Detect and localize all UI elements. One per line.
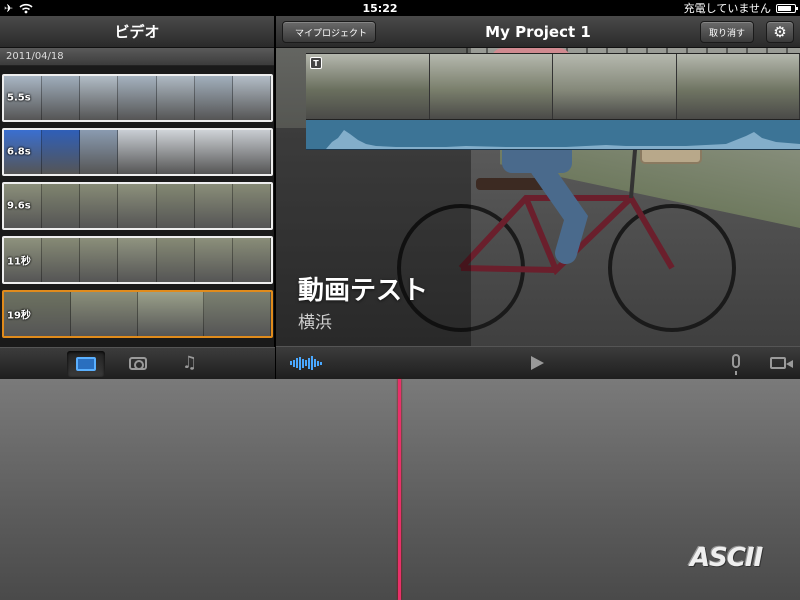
audio-waveform-icon[interactable]: [290, 356, 322, 370]
waveform-bar: [299, 356, 301, 370]
clip-frame: [194, 130, 233, 174]
status-time: 15:22: [362, 1, 398, 15]
clip-thumbnail-strip[interactable]: 9.6s: [2, 182, 273, 230]
timeline-frame: [676, 54, 800, 119]
clip-frame: [194, 184, 233, 228]
clip-frame: [232, 76, 271, 120]
clip-frame: [118, 238, 157, 282]
watermark-logo: ASCII: [690, 543, 763, 573]
clip-frame: [137, 292, 205, 336]
video-subtitle-text: 横浜: [298, 313, 332, 333]
tab-video[interactable]: [66, 350, 105, 377]
waveform-bar: [317, 360, 319, 366]
clip-frame: [80, 184, 119, 228]
clip-frame: [232, 238, 271, 282]
clip-frame: [194, 238, 233, 282]
clip-thumbnail-strip[interactable]: 11秒: [2, 236, 273, 284]
status-left: ✈: [4, 2, 124, 15]
waveform-bar: [302, 358, 304, 368]
clip-thumbnail-strip[interactable]: 19秒: [2, 290, 273, 338]
clip-frame: [156, 130, 195, 174]
waveform-bar: [320, 361, 322, 365]
project-header: マイプロジェクト My Project 1 取り消す ⚙: [276, 16, 800, 48]
clip-duration: 6.8s: [7, 146, 31, 158]
tab-photo[interactable]: [119, 351, 157, 377]
timeline-frame: [429, 54, 553, 119]
clip-frame: [204, 292, 271, 336]
media-browser-title: ビデオ: [0, 16, 274, 48]
status-bar: ✈ 15:22 充電していません: [0, 0, 800, 16]
tab-music[interactable]: ♫: [171, 351, 209, 377]
clip-frame: [118, 76, 157, 120]
camera-icon: [128, 357, 147, 370]
clip-frame: [156, 184, 195, 228]
clip-frame: [156, 238, 195, 282]
clip-duration: 9.6s: [7, 200, 31, 212]
waveform-bar: [296, 358, 298, 368]
clip-frame: [70, 292, 138, 336]
clip-list: 5.5s 6.8s 9.6s 11秒 19秒: [0, 68, 275, 361]
play-icon[interactable]: [531, 356, 544, 370]
video-title-text: 動画テスト: [298, 276, 429, 306]
clip-frame: [232, 130, 271, 174]
timeline-frame: [306, 54, 430, 119]
clip-frame: [232, 184, 271, 228]
clip-frame: [118, 130, 157, 174]
imovie-screen: ✈ 15:22 充電していません ビデオ 2011/04/18 5.5s 6.8s…: [0, 0, 800, 600]
video-camera-icon[interactable]: [770, 357, 793, 369]
clip-frame: [80, 76, 119, 120]
clip-frame: [118, 184, 157, 228]
waveform-bar: [290, 361, 292, 365]
audio-waveform: [306, 130, 800, 149]
microphone-icon[interactable]: [732, 354, 740, 375]
waveform-bar: [308, 357, 310, 369]
clip-frame: [42, 184, 81, 228]
battery-icon: [776, 3, 798, 13]
airplane-icon: ✈: [4, 1, 14, 15]
music-note-icon: ♫: [181, 353, 198, 373]
media-type-tabs: ♫: [0, 347, 275, 379]
charging-status: 充電していません: [683, 2, 771, 15]
clip-frame: [80, 238, 119, 282]
waveform-bar: [293, 359, 295, 367]
status-right: 充電していません: [636, 0, 798, 16]
waveform-bar: [311, 356, 313, 370]
video-icon: [75, 356, 96, 371]
clip-frame: [42, 238, 81, 282]
playhead[interactable]: [398, 379, 401, 600]
timeline-audio-track[interactable]: [306, 120, 800, 150]
clip-frame: [194, 76, 233, 120]
undo-button[interactable]: 取り消す: [699, 21, 754, 43]
title-badge-icon[interactable]: T: [310, 57, 322, 69]
gear-icon: ⚙: [773, 23, 787, 41]
settings-button[interactable]: ⚙: [766, 21, 794, 43]
wifi-icon: [19, 3, 33, 13]
clip-thumbnail-strip[interactable]: 6.8s: [2, 128, 273, 176]
clip-thumbnail-strip[interactable]: 5.5s: [2, 74, 273, 122]
media-browser: ビデオ 2011/04/18 5.5s 6.8s 9.6s 11秒 19秒 ♫: [0, 16, 275, 379]
clip-frame: [42, 76, 81, 120]
clip-frame: [80, 130, 119, 174]
clip-duration: 5.5s: [7, 92, 31, 104]
clip-duration: 11秒: [7, 256, 31, 268]
preview-toolbar: [276, 346, 800, 379]
clip-duration: 19秒: [7, 310, 31, 322]
clip-frame: [42, 130, 81, 174]
timeline-frame: [553, 54, 677, 119]
waveform-bar: [314, 359, 316, 367]
waveform-bar: [305, 360, 307, 366]
timeline-video-clip[interactable]: [306, 53, 800, 120]
date-section-header: 2011/04/18: [0, 48, 274, 66]
clip-frame: [156, 76, 195, 120]
